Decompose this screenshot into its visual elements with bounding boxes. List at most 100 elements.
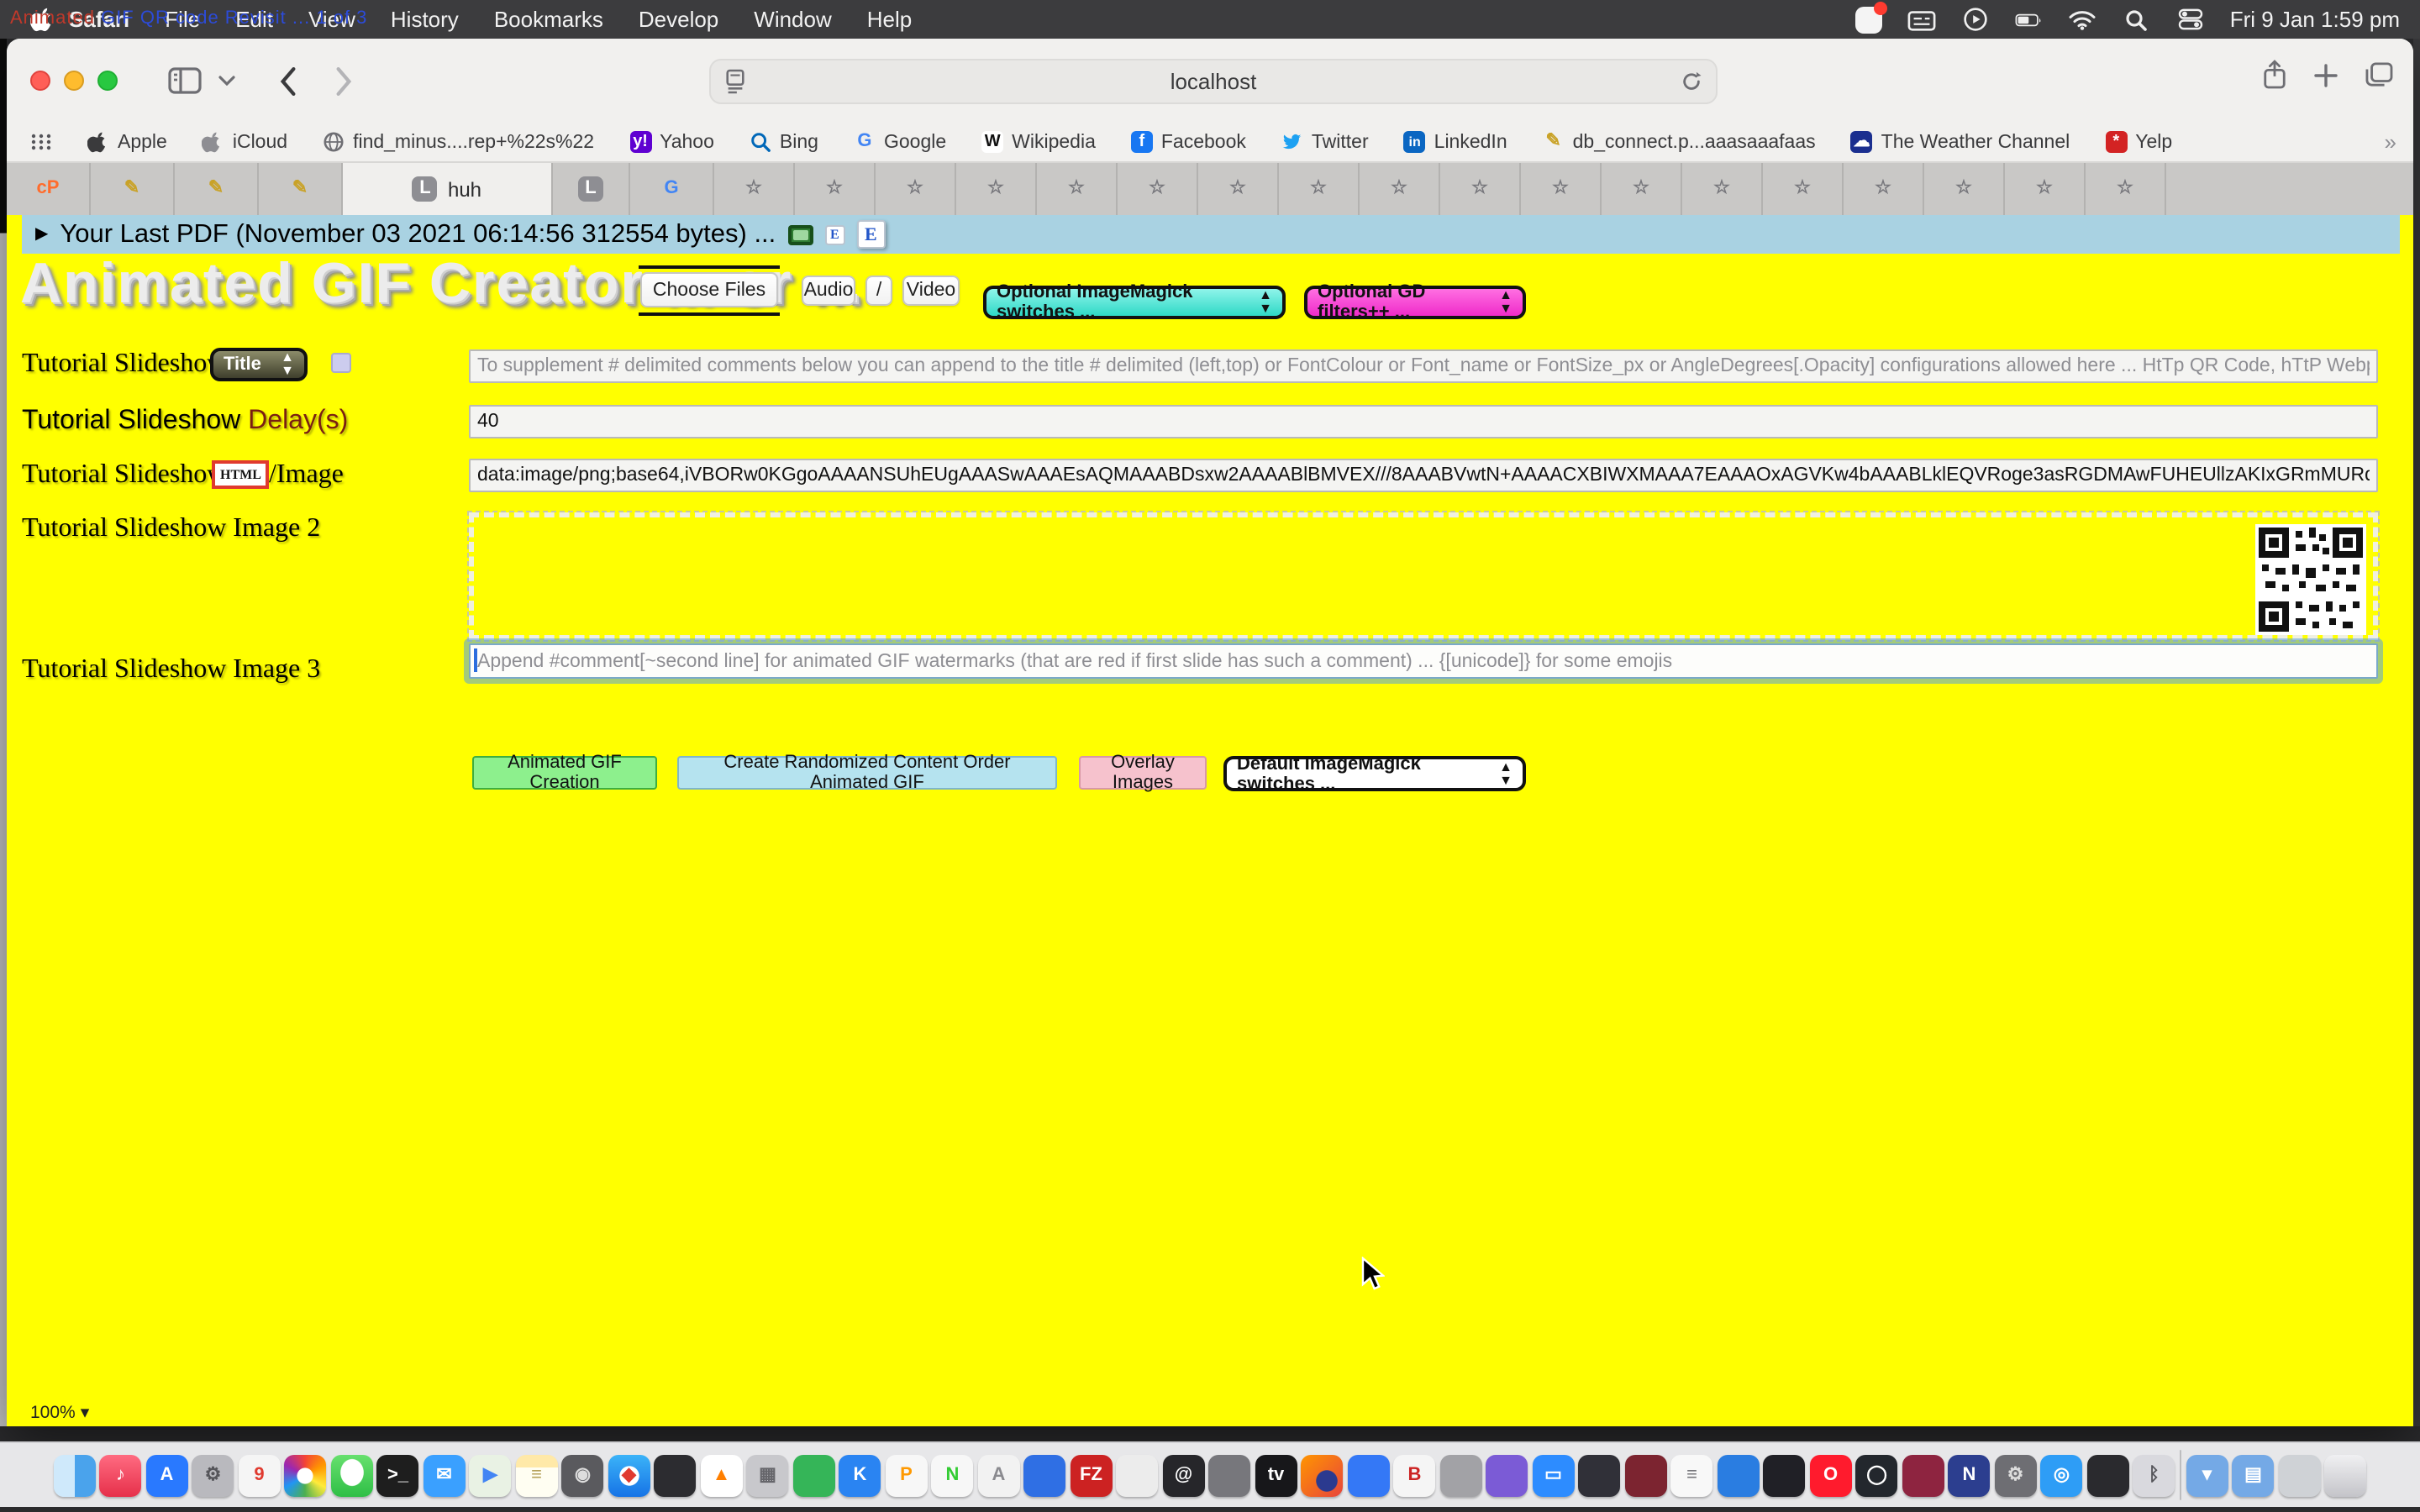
dock-app-blue-2[interactable] [1348, 1454, 1390, 1496]
minimize-window-button[interactable] [64, 71, 84, 91]
favorite-facebook[interactable]: f Facebook [1131, 131, 1246, 153]
title-checkbox[interactable] [331, 353, 351, 373]
video-button[interactable]: Video [902, 276, 960, 306]
disclosure-triangle-icon[interactable]: ▶ [35, 225, 48, 244]
reload-icon[interactable] [1681, 71, 1702, 92]
dock-finder[interactable] [54, 1454, 96, 1496]
dock-keynote[interactable]: K [839, 1454, 881, 1496]
image-data-input[interactable] [469, 459, 2378, 492]
menu-item[interactable]: Help [867, 7, 913, 32]
keyboard-icon[interactable] [1907, 7, 1936, 32]
delay-input[interactable] [469, 405, 2378, 438]
dock-settings[interactable]: ⚙ [192, 1454, 234, 1496]
title-select[interactable]: Title▲▼ [210, 348, 308, 381]
page-zoom-indicator[interactable]: 100%▾ [30, 1403, 89, 1423]
tab-bookmark[interactable]: ☆ [1198, 163, 1279, 215]
tab-google[interactable]: G [630, 163, 714, 215]
dock-maps[interactable]: ▶ [470, 1454, 512, 1496]
dock-app-dark-4[interactable] [2087, 1454, 2129, 1496]
address-bar[interactable]: localhost [709, 59, 1718, 104]
dock-app-gray-2[interactable] [1440, 1454, 1482, 1496]
dock-messages[interactable] [331, 1454, 373, 1496]
new-tab-icon[interactable] [2314, 63, 2338, 87]
dock-photo-booth[interactable]: ◉ [562, 1454, 604, 1496]
dock-app-purple[interactable] [1486, 1454, 1528, 1496]
tab-bookmark[interactable]: ☆ [1924, 163, 2005, 215]
tab-overview-icon[interactable] [2365, 62, 2393, 87]
title-config-input[interactable] [469, 349, 2378, 383]
imagemagick-switches-select[interactable]: Optional ImageMagick switches ...▲▼ [983, 286, 1286, 319]
dock-photos[interactable] [285, 1454, 327, 1496]
dock-app-maroon-1[interactable] [1625, 1454, 1667, 1496]
dock-app-blue-3[interactable] [1718, 1454, 1760, 1496]
html-badge-button[interactable]: HTML [212, 460, 270, 489]
email-icon-small[interactable]: E [824, 224, 844, 244]
tab-bookmark[interactable]: ☆ [1118, 163, 1198, 215]
dock-app-gear[interactable]: ⚙ [1995, 1454, 2037, 1496]
tab-editor-3[interactable]: ✎ [259, 163, 343, 215]
dock-launchpad[interactable]: ▦ [747, 1454, 789, 1496]
spotlight-search-icon[interactable] [2123, 7, 2151, 32]
tab-editor-1[interactable]: ✎ [91, 163, 175, 215]
tab-l[interactable]: L [553, 163, 630, 215]
close-window-button[interactable] [30, 71, 50, 91]
dock-folder-downloads[interactable]: ▾ [2186, 1454, 2228, 1496]
tab-bookmark[interactable]: ☆ [714, 163, 795, 215]
tab-editor-2[interactable]: ✎ [175, 163, 259, 215]
tab-bookmark[interactable]: ☆ [1360, 163, 1440, 215]
dock-mail-alt[interactable]: @ [1163, 1454, 1205, 1496]
forward-button[interactable] [334, 66, 353, 95]
tab-bookmark[interactable]: ☆ [1844, 163, 1924, 215]
dock-app-maroon-2[interactable] [1902, 1454, 1944, 1496]
tab-bookmark[interactable]: ☆ [1440, 163, 1521, 215]
tab-bookmark[interactable]: ☆ [2005, 163, 2086, 215]
dock-pages[interactable]: P [886, 1454, 928, 1496]
comment-input[interactable] [469, 643, 2378, 679]
dock-github[interactable]: ◯ [1856, 1454, 1898, 1496]
overlay-images-button[interactable]: Overlay Images [1079, 756, 1207, 790]
menu-item[interactable]: Develop [639, 7, 718, 32]
tab-bookmark[interactable]: ☆ [2086, 163, 2166, 215]
favorite-twitter[interactable]: Twitter [1281, 131, 1369, 153]
menu-item[interactable]: History [391, 7, 459, 32]
dock-trash[interactable] [2325, 1454, 2367, 1496]
favorite-yahoo[interactable]: y! Yahoo [629, 131, 714, 153]
favorites-grid[interactable] [30, 131, 52, 153]
battery-icon[interactable] [2015, 7, 2044, 32]
dock-firefox[interactable] [1302, 1454, 1344, 1496]
gd-filters-select[interactable]: Optional GD filters++ ...▲▼ [1304, 286, 1526, 319]
dock-bluetooth[interactable]: ᛒ [2133, 1454, 2175, 1496]
menu-item[interactable]: Window [754, 7, 832, 32]
favorite-weather-channel[interactable]: ☁ The Weather Channel [1851, 131, 2070, 153]
menu-bar-clock[interactable]: Fri 9 Jan 1:59 pm [2230, 7, 2400, 32]
dock-folder-documents[interactable]: ▤ [2233, 1454, 2275, 1496]
menu-item[interactable]: Bookmarks [494, 7, 603, 32]
default-imagemagick-select[interactable]: Default ImageMagick switches ...▲▼ [1223, 756, 1526, 791]
favorite-apple[interactable]: Apple [87, 131, 167, 153]
page-settings-icon[interactable] [724, 69, 746, 94]
dock-app-dark-3[interactable] [1764, 1454, 1806, 1496]
favorite-icloud[interactable]: iCloud [203, 131, 287, 153]
animated-gif-creation-button[interactable]: Animated GIF Creation [472, 756, 657, 790]
dock-vlc[interactable]: ▲ [701, 1454, 743, 1496]
dock-app-green[interactable] [793, 1454, 835, 1496]
dock-numbers[interactable]: N [932, 1454, 974, 1496]
favorite-db-connect[interactable]: ✎ db_connect.p...aaasaaafaas [1543, 131, 1816, 153]
tab-bookmark[interactable]: ☆ [1037, 163, 1118, 215]
dock-minimized-window[interactable] [2279, 1454, 2321, 1496]
randomized-gif-button[interactable]: Create Randomized Content Order Animated… [677, 756, 1057, 790]
dock-safari[interactable]: ◆ [608, 1454, 650, 1496]
app-notification-icon[interactable] [1855, 6, 1882, 33]
tab-bookmark[interactable]: ☆ [795, 163, 876, 215]
dock-doc-app[interactable]: ≡ [1671, 1454, 1713, 1496]
dock-app-dark-1[interactable] [655, 1454, 697, 1496]
dock-music[interactable]: ♪ [100, 1454, 142, 1496]
zoom-window-button[interactable] [97, 71, 118, 91]
url-text[interactable]: localhost [746, 69, 1681, 94]
play-icon[interactable] [1961, 7, 1990, 32]
dock-divider[interactable] [2180, 1450, 2182, 1500]
favorite-google[interactable]: G Google [854, 131, 946, 153]
dock-app-dark-2[interactable] [1579, 1454, 1621, 1496]
share-icon[interactable] [2262, 59, 2287, 91]
image2-dropzone[interactable] [469, 512, 2378, 640]
